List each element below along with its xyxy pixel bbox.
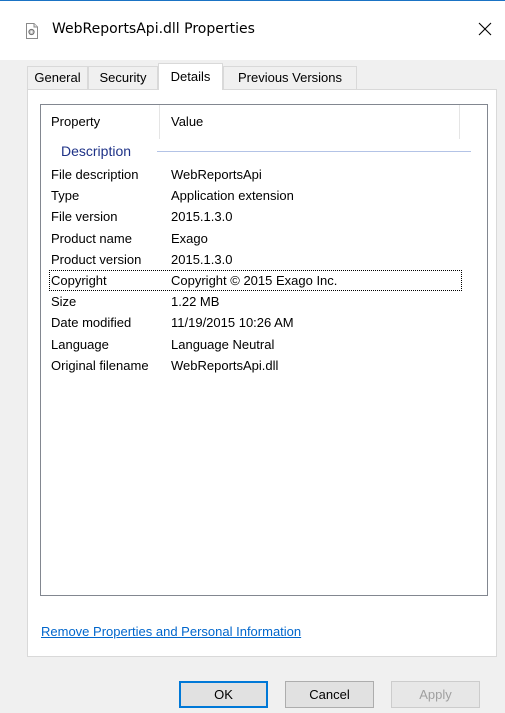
property-name: Original filename <box>51 357 149 373</box>
window-title: WebReportsApi.dll Properties <box>52 21 255 37</box>
apply-button[interactable]: Apply <box>391 681 480 708</box>
column-header-value[interactable]: Value <box>171 105 203 139</box>
group-header-description[interactable]: Description <box>51 141 471 161</box>
property-row[interactable]: Size 1.22 MB <box>41 291 487 312</box>
close-button[interactable] <box>465 10 505 50</box>
property-name: File description <box>51 167 139 182</box>
cancel-button[interactable]: Cancel <box>285 681 374 708</box>
column-divider[interactable] <box>159 105 160 139</box>
property-value: 1.22 MB <box>171 294 220 310</box>
remove-properties-link[interactable]: Remove Properties and Personal Informati… <box>41 624 301 639</box>
property-row[interactable]: File description WebReportsApi <box>41 164 487 185</box>
property-row[interactable]: Product name Exago <box>41 228 487 249</box>
property-row[interactable]: Language Language Neutral <box>41 334 487 355</box>
property-name: Product name <box>51 230 132 246</box>
property-value: Copyright © 2015 Exago Inc. <box>171 272 338 288</box>
property-name: Date modified <box>51 315 132 331</box>
property-name: Product version <box>51 251 142 267</box>
group-divider-line <box>157 151 471 152</box>
tab-security[interactable]: Security <box>88 66 158 89</box>
tab-previous-versions[interactable]: Previous Versions <box>223 66 357 89</box>
property-name: Language <box>51 336 109 352</box>
property-rows: File description WebReportsApi Type Appl… <box>41 164 487 376</box>
property-row[interactable]: File version 2015.1.3.0 <box>41 206 487 227</box>
tab-details[interactable]: Details <box>158 63 223 90</box>
property-row[interactable]: Type Application extension <box>41 185 487 206</box>
ok-button[interactable]: OK <box>179 681 268 708</box>
group-label: Description <box>61 143 132 159</box>
property-row[interactable]: Date modified 11/19/2015 10:26 AM <box>41 312 487 333</box>
window-top-border <box>0 0 505 1</box>
property-name: Copyright <box>51 272 107 288</box>
details-tab-panel: Property Value Description File descript… <box>27 89 497 657</box>
property-row[interactable]: Product version 2015.1.3.0 <box>41 249 487 270</box>
property-row-focused[interactable]: Copyright Copyright © 2015 Exago Inc. <box>49 269 462 292</box>
property-value: Exago <box>171 230 208 246</box>
property-name: Type <box>51 188 80 204</box>
column-header-property[interactable]: Property <box>51 105 100 139</box>
close-icon <box>478 22 492 39</box>
tab-general[interactable]: General <box>27 66 88 89</box>
title-bar: WebReportsApi.dll Properties <box>0 0 505 60</box>
list-header: Property Value <box>41 105 487 139</box>
property-value: 2015.1.3.0 <box>171 251 233 267</box>
property-row[interactable]: Original filename WebReportsApi.dll <box>41 355 487 376</box>
dll-file-icon <box>24 23 40 39</box>
property-value: 11/19/2015 10:26 AM <box>171 315 294 331</box>
property-name: Size <box>51 294 77 310</box>
details-list[interactable]: Property Value Description File descript… <box>40 104 488 596</box>
property-value: Application extension <box>171 188 294 204</box>
property-value: WebReportsApi.dll <box>171 357 279 373</box>
column-divider[interactable] <box>459 105 460 139</box>
property-value: Language Neutral <box>171 336 275 352</box>
property-value: 2015.1.3.0 <box>171 209 233 225</box>
property-name: File version <box>51 209 118 225</box>
property-value: WebReportsApi <box>171 167 262 182</box>
